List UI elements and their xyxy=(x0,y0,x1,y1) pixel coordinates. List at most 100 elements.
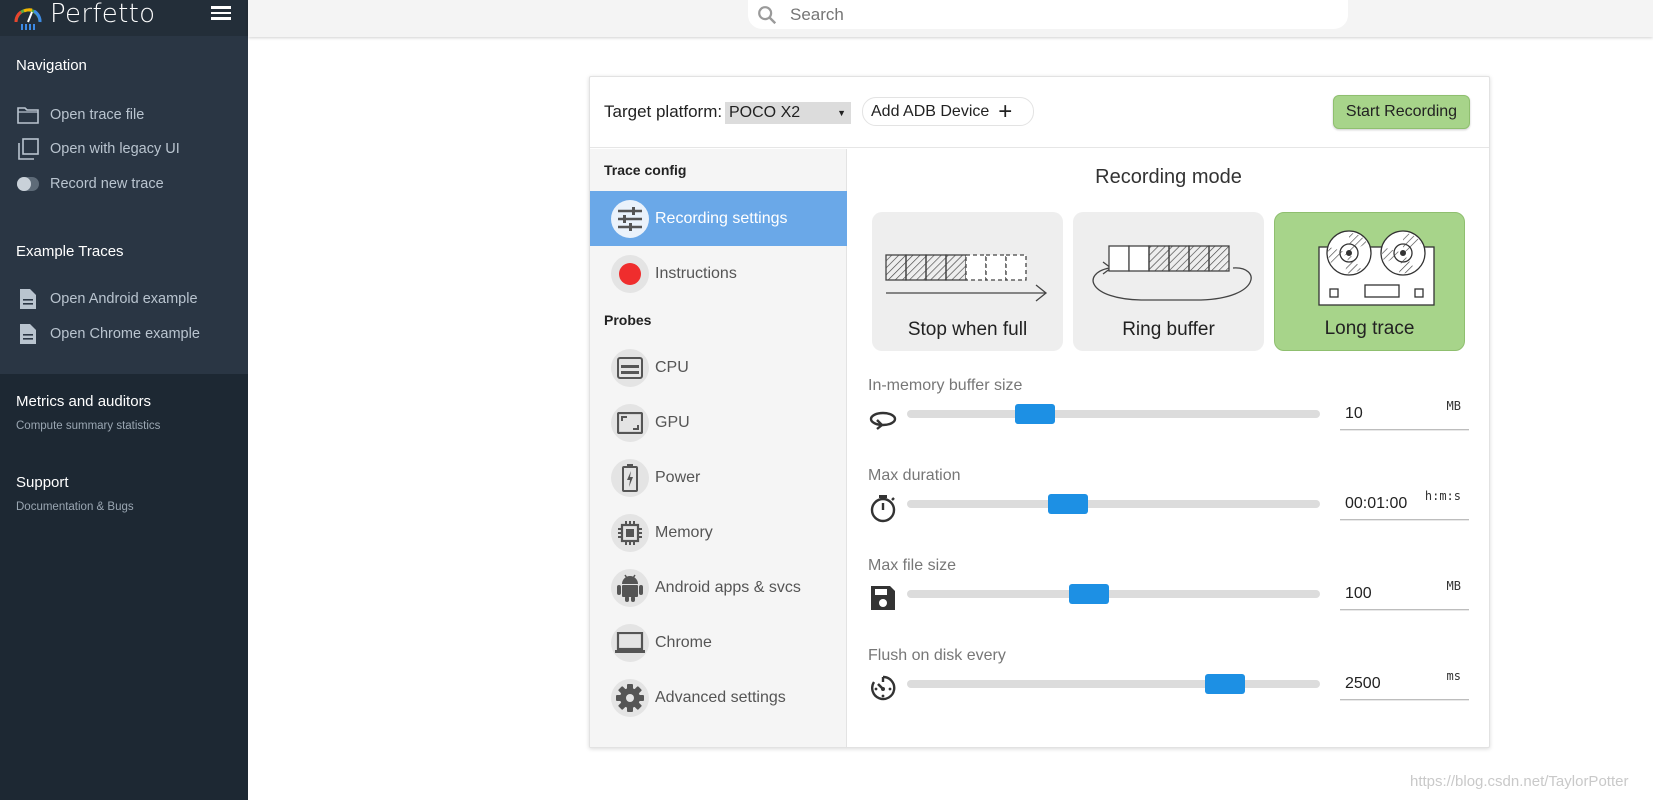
nav-item-label: Open Chrome example xyxy=(50,326,200,342)
metrics-section-subtitle: Compute summary statistics xyxy=(16,420,161,432)
buffer-size-slider[interactable] xyxy=(907,404,1320,424)
nav-item-label: Record new trace xyxy=(50,176,164,192)
trace-config-title: Trace config xyxy=(604,162,687,178)
watermark: https://blog.csdn.net/TaylorPotter xyxy=(1410,773,1629,790)
search-box xyxy=(748,0,1348,29)
record-dot-icon xyxy=(611,254,649,293)
ring-buffer-illustration-icon xyxy=(1092,245,1252,301)
flush-period-input[interactable] xyxy=(1345,675,1425,693)
description-icon xyxy=(16,322,40,346)
unit-label: h:m:s xyxy=(1424,489,1461,503)
unit-label: MB xyxy=(1446,579,1461,593)
examples-section: Example Traces Open Android example Open… xyxy=(0,216,248,374)
hamburger-menu-icon[interactable] xyxy=(209,3,233,23)
flush-period-slider[interactable] xyxy=(907,674,1320,694)
plus-icon: + xyxy=(998,97,1013,125)
support-section-title[interactable]: Support xyxy=(16,474,69,491)
mode-stop-when-full[interactable]: Stop when full xyxy=(872,212,1063,351)
probe-item-gpu[interactable]: GPU xyxy=(590,395,847,450)
nav-item-record-new-trace[interactable]: Record new trace xyxy=(16,171,236,197)
toggle-icon xyxy=(16,172,40,196)
filter-none-icon xyxy=(16,137,40,161)
nav-section: Navigation Open trace file Open with leg… xyxy=(0,36,248,216)
cpu-icon xyxy=(611,348,649,387)
laptop-icon xyxy=(611,623,649,662)
record-header: Target platform: POCO X2 ▼ Add ADB Devic… xyxy=(590,77,1489,148)
av-timer-icon xyxy=(871,675,896,701)
setting-label: Flush on disk every xyxy=(868,647,1006,664)
perfetto-logo-icon xyxy=(14,8,42,30)
buffer-size-field: MB xyxy=(1340,397,1469,430)
add-adb-device-button[interactable]: Add ADB Device + xyxy=(862,97,1034,126)
cfg-item-instructions[interactable]: Instructions xyxy=(590,246,847,301)
trace-config-menu: Trace config Recording settings Instruct… xyxy=(590,149,847,747)
battery-icon xyxy=(611,458,649,497)
probe-item-memory[interactable]: Memory xyxy=(590,505,847,560)
nav-item-open-chrome-example[interactable]: Open Chrome example xyxy=(16,321,236,347)
setting-label: In-memory buffer size xyxy=(868,377,1023,394)
dropdown-caret-icon: ▼ xyxy=(837,108,846,118)
metrics-section-title[interactable]: Metrics and auditors xyxy=(16,393,151,410)
probe-item-chrome[interactable]: Chrome xyxy=(590,615,847,670)
setting-max-file-size: Max file size MB xyxy=(868,557,1469,627)
start-recording-button[interactable]: Start Recording xyxy=(1333,95,1470,129)
probe-item-power[interactable]: Power xyxy=(590,450,847,505)
setting-flush-period: Flush on disk every ms xyxy=(868,647,1469,717)
setting-label: Max file size xyxy=(868,557,957,574)
probe-item-android[interactable]: Android apps & svcs xyxy=(590,560,847,615)
memory-icon xyxy=(611,513,649,552)
slider-thumb[interactable] xyxy=(1205,674,1245,694)
max-file-size-input[interactable] xyxy=(1345,585,1425,603)
recording-mode-title: Recording mode xyxy=(1095,166,1242,188)
nav-item-open-trace-file[interactable]: Open trace file xyxy=(16,102,236,128)
mode-label: Long trace xyxy=(1324,318,1415,339)
cfg-item-label: Instructions xyxy=(655,264,737,282)
sidebar: Perfetto Navigation Open trace file Open… xyxy=(0,0,248,800)
max-duration-input[interactable] xyxy=(1345,495,1425,513)
tune-icon xyxy=(611,199,649,238)
timer-icon xyxy=(870,495,896,523)
max-file-size-slider[interactable] xyxy=(907,584,1320,604)
nav-item-open-legacy-ui[interactable]: Open with legacy UI xyxy=(16,136,236,162)
app-name: Perfetto xyxy=(50,0,156,29)
nav-item-label: Open with legacy UI xyxy=(50,141,180,157)
unit-label: MB xyxy=(1446,399,1461,413)
support-section-subtitle: Documentation & Bugs xyxy=(16,501,134,513)
recording-settings-pane: Recording mode Stop when full Ring buffe… xyxy=(848,149,1489,747)
cfg-item-label: Recording settings xyxy=(655,209,788,227)
probe-item-advanced-settings[interactable]: Advanced settings xyxy=(590,670,847,725)
record-panel: Target platform: POCO X2 ▼ Add ADB Devic… xyxy=(589,76,1490,748)
slider-thumb[interactable] xyxy=(1015,404,1056,424)
long-trace-tape-icon xyxy=(1318,230,1435,306)
probe-label: GPU xyxy=(655,413,690,431)
probe-item-cpu[interactable]: CPU xyxy=(590,340,847,395)
stop-when-full-illustration-icon xyxy=(885,254,1048,302)
search-input[interactable] xyxy=(790,4,1310,25)
nav-item-open-android-example[interactable]: Open Android example xyxy=(16,286,236,312)
nav-item-label: Open Android example xyxy=(50,291,198,307)
loop-icon xyxy=(869,411,897,430)
top-bar xyxy=(248,0,1653,37)
mode-label: Stop when full xyxy=(907,319,1028,340)
probe-label: Chrome xyxy=(655,633,712,651)
cfg-item-recording-settings[interactable]: Recording settings xyxy=(590,191,847,246)
probes-title: Probes xyxy=(604,312,652,328)
mode-label: Ring buffer xyxy=(1122,319,1215,340)
setting-label: Max duration xyxy=(868,467,961,484)
target-platform-select[interactable]: POCO X2 ▼ xyxy=(725,102,851,124)
max-duration-slider[interactable] xyxy=(907,494,1320,514)
mode-long-trace[interactable]: Long trace xyxy=(1274,212,1465,351)
max-duration-field: h:m:s xyxy=(1340,487,1469,520)
examples-section-title: Example Traces xyxy=(16,243,124,260)
slider-thumb[interactable] xyxy=(1068,584,1109,604)
buffer-size-input[interactable] xyxy=(1345,405,1425,423)
save-icon xyxy=(871,586,895,610)
flush-period-field: ms xyxy=(1340,667,1469,700)
sidebar-brand: Perfetto xyxy=(0,0,248,36)
slider-thumb[interactable] xyxy=(1048,494,1089,514)
gpu-icon xyxy=(611,403,649,442)
folder-icon xyxy=(16,103,40,127)
search-icon xyxy=(758,5,777,24)
mode-ring-buffer[interactable]: Ring buffer xyxy=(1073,212,1264,351)
probe-label: Advanced settings xyxy=(655,688,786,706)
